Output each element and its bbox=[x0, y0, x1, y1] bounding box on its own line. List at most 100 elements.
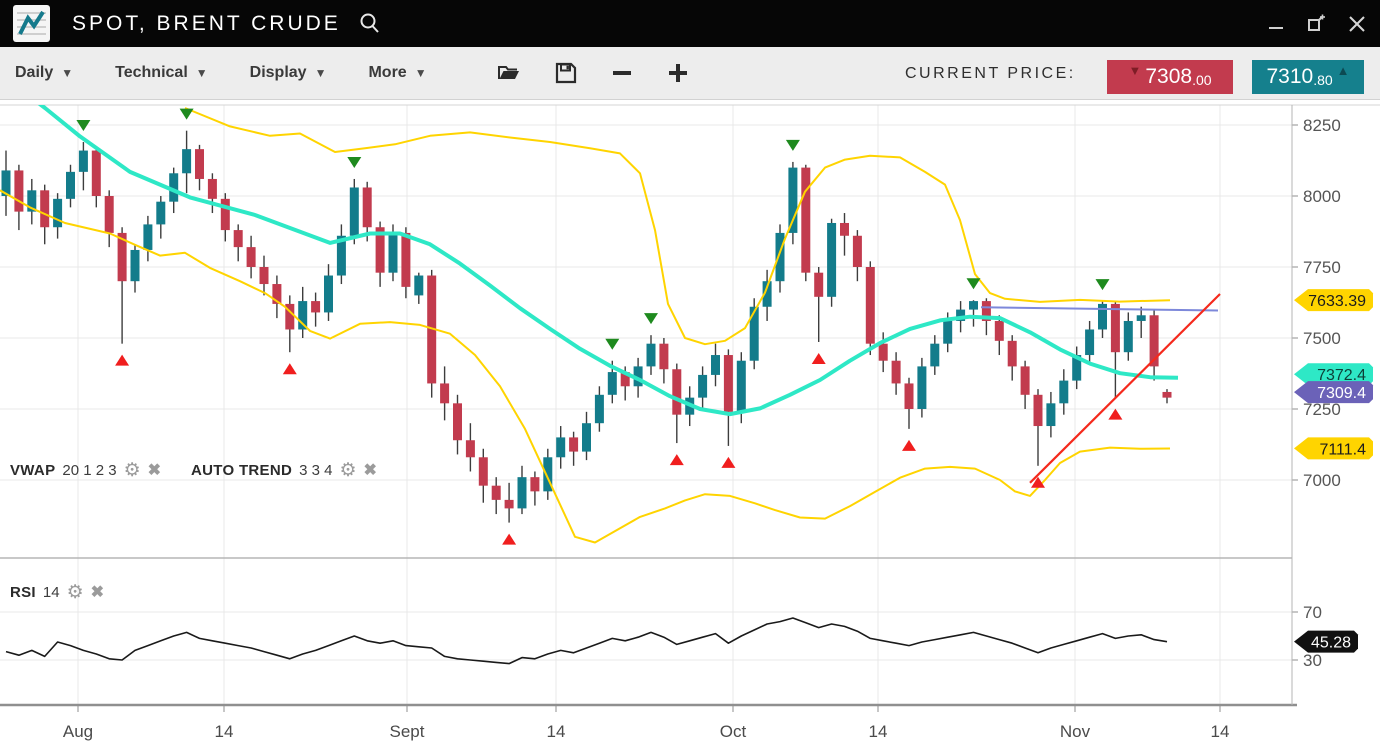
price-badge-value: 7111.4 bbox=[1319, 441, 1366, 458]
y-axis-label: 8000 bbox=[1303, 187, 1341, 206]
ask-price-button[interactable]: 7310 .80 ▲ bbox=[1252, 60, 1364, 94]
bid-price-button[interactable]: ▼ 7308 .00 bbox=[1107, 60, 1233, 94]
candle-body bbox=[208, 179, 217, 199]
candle-body bbox=[672, 369, 681, 414]
candle-body bbox=[969, 301, 978, 310]
candle-body bbox=[659, 344, 668, 370]
buy-signal-icon bbox=[1108, 409, 1122, 420]
x-axis-label: Sept bbox=[390, 722, 425, 741]
candle-body bbox=[221, 199, 230, 230]
candle-body bbox=[311, 301, 320, 312]
buy-signal-icon bbox=[902, 440, 916, 451]
candle-body bbox=[40, 190, 49, 227]
candle-body bbox=[711, 355, 720, 375]
vwap-remove-icon[interactable]: ✖ bbox=[148, 463, 161, 479]
candle-body bbox=[131, 250, 140, 281]
sell-signal-icon bbox=[605, 339, 619, 350]
current-price-label: CURRENT PRICE: bbox=[905, 47, 1076, 100]
price-chart[interactable]: 8250800077507500725070007030Aug14Sept14O… bbox=[0, 100, 1380, 750]
candle-body bbox=[995, 321, 1004, 341]
popout-button[interactable] bbox=[1306, 14, 1326, 34]
chevron-down-icon: ▼ bbox=[315, 66, 327, 80]
candle-body bbox=[401, 233, 410, 287]
candle-body bbox=[892, 361, 901, 384]
sell-signal-icon bbox=[347, 157, 361, 168]
candle-body bbox=[363, 187, 372, 227]
buy-signal-icon bbox=[283, 363, 297, 374]
candle-body bbox=[53, 199, 62, 227]
indicator-legend: VWAP 20 1 2 3 ⚙ ✖ AUTO TREND 3 3 4 ⚙ ✖ bbox=[10, 461, 377, 480]
zoom-in-icon[interactable] bbox=[667, 62, 689, 84]
candle-body bbox=[66, 172, 75, 199]
candle-body bbox=[105, 196, 114, 233]
minimize-button[interactable] bbox=[1268, 16, 1284, 32]
sell-signal-icon bbox=[180, 109, 194, 120]
rsi-remove-icon[interactable]: ✖ bbox=[91, 585, 104, 601]
candle-body bbox=[1085, 329, 1094, 355]
candle-body bbox=[1059, 381, 1068, 404]
menu-daily[interactable]: Daily▼ bbox=[15, 64, 73, 82]
vwap-settings-gear-icon[interactable]: ⚙ bbox=[124, 461, 141, 480]
vwap-params: 20 1 2 3 bbox=[62, 462, 116, 479]
candle-body bbox=[556, 437, 565, 457]
candle-body bbox=[943, 321, 952, 344]
sell-signal-icon bbox=[967, 278, 981, 289]
candle-body bbox=[182, 149, 191, 173]
candle-body bbox=[595, 395, 604, 423]
candle-body bbox=[569, 437, 578, 451]
search-icon[interactable] bbox=[357, 11, 383, 37]
candle-body bbox=[518, 477, 527, 508]
auto-trend-remove-icon[interactable]: ✖ bbox=[364, 463, 377, 479]
candle-body bbox=[1008, 341, 1017, 367]
candle-body bbox=[737, 361, 746, 412]
candle-body bbox=[724, 355, 733, 412]
candle-body bbox=[853, 236, 862, 267]
candle-body bbox=[814, 273, 823, 297]
close-icon[interactable] bbox=[1348, 15, 1366, 33]
auto-trend-label: AUTO TREND bbox=[191, 462, 292, 479]
candle-body bbox=[608, 372, 617, 395]
candle-body bbox=[840, 223, 849, 236]
auto-trend-legend: AUTO TREND 3 3 4 ⚙ ✖ bbox=[191, 461, 377, 480]
rsi-line bbox=[6, 618, 1167, 664]
candle-body bbox=[698, 375, 707, 398]
rsi-axis-label: 70 bbox=[1303, 603, 1322, 622]
price-up-arrow-icon: ▲ bbox=[1337, 63, 1350, 78]
y-axis-label: 7000 bbox=[1303, 471, 1341, 490]
y-axis-label: 7750 bbox=[1303, 258, 1341, 277]
candle-body bbox=[530, 477, 539, 491]
candle-body bbox=[827, 223, 836, 297]
auto-trend-settings-gear-icon[interactable]: ⚙ bbox=[339, 461, 356, 480]
vwap-line bbox=[0, 100, 1178, 414]
candle-body bbox=[750, 307, 759, 361]
chevron-down-icon: ▼ bbox=[415, 66, 427, 80]
vwap-legend: VWAP 20 1 2 3 ⚙ ✖ bbox=[10, 461, 161, 480]
vwap-label: VWAP bbox=[10, 462, 55, 479]
menu-more[interactable]: More▼ bbox=[368, 64, 426, 82]
rsi-settings-gear-icon[interactable]: ⚙ bbox=[67, 583, 84, 602]
candle-body bbox=[505, 500, 514, 509]
zoom-out-icon[interactable] bbox=[611, 62, 633, 84]
candle-body bbox=[776, 233, 785, 281]
x-axis-label: 14 bbox=[869, 722, 888, 741]
buy-signal-icon bbox=[502, 534, 516, 545]
candle-body bbox=[788, 168, 797, 233]
candle-body bbox=[1021, 366, 1030, 394]
menu-technical[interactable]: Technical▼ bbox=[115, 64, 208, 82]
candle-body bbox=[1046, 403, 1055, 426]
price-badge-value: 7309.4 bbox=[1317, 385, 1366, 402]
buy-signal-icon bbox=[115, 355, 129, 366]
candle-body bbox=[582, 423, 591, 451]
save-icon[interactable] bbox=[555, 62, 577, 84]
y-axis-label: 7500 bbox=[1303, 329, 1341, 348]
x-axis-label: 14 bbox=[547, 722, 566, 741]
open-folder-icon[interactable] bbox=[497, 62, 521, 84]
x-axis-label: 14 bbox=[1211, 722, 1230, 741]
candle-body bbox=[234, 230, 243, 247]
candle-body bbox=[866, 267, 875, 344]
sell-signal-icon bbox=[1096, 279, 1110, 290]
x-axis-label: 14 bbox=[215, 722, 234, 741]
candle-body bbox=[324, 276, 333, 313]
price-down-arrow-icon: ▼ bbox=[1128, 63, 1141, 78]
menu-display[interactable]: Display▼ bbox=[250, 64, 327, 82]
